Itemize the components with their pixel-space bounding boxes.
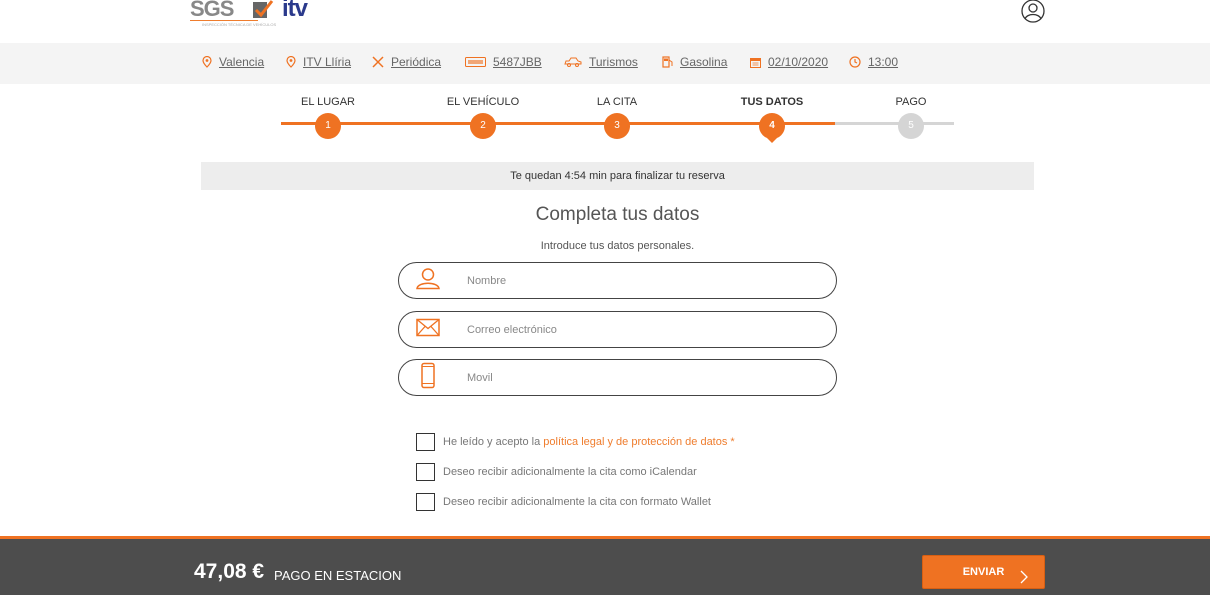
summary-vehicle-type[interactable]: Turismos [564, 55, 638, 69]
summary-vehicle-type-label: Turismos [589, 55, 638, 69]
step-label: TUS DATOS [740, 96, 804, 108]
fuel-icon [662, 56, 673, 68]
step-label: EL VEHÍCULO [446, 96, 520, 108]
total-price: 47,08 € [194, 560, 265, 583]
summary-station-label: ITV Llíria [303, 55, 352, 69]
payment-method-label: PAGO EN ESTACION [274, 568, 402, 583]
legal-policy-link[interactable]: política legal y de protección de datos [543, 436, 727, 448]
step-el-lugar[interactable]: EL LUGAR 1 [273, 96, 383, 139]
summary-plate-label: 5487JBB [493, 55, 542, 69]
summary-time[interactable]: 13:00 [849, 55, 898, 69]
header: SGS INSPECCIÓN TÉCNICA DE VEHÍCULOS itv [0, 0, 1210, 43]
sgs-logo-text: SGS [190, 0, 234, 21]
step-label: EL LUGAR [300, 96, 355, 108]
booking-stepper: EL LUGAR 1 EL VEHÍCULO 2 LA CITA 3 TUS D… [0, 84, 1210, 154]
legal-consent-checkbox[interactable] [416, 433, 435, 451]
summary-province[interactable]: Valencia [202, 55, 264, 69]
itv-check-icon [252, 0, 274, 27]
reservation-timer: Te quedan 4:54 min para finalizar tu res… [201, 162, 1034, 190]
form-title: Completa tus datos [535, 204, 700, 225]
tools-icon [372, 56, 384, 68]
itv-logo-text: itv [282, 0, 308, 22]
logo-underline [190, 20, 258, 21]
send-button-label: ENVIAR [962, 566, 1005, 578]
step-tus-datos: TUS DATOS 4 [717, 96, 827, 143]
user-icon [416, 267, 440, 294]
form-subtitle: Introduce tus datos personales. [540, 240, 695, 252]
license-plate-icon [465, 57, 486, 67]
wallet-label: Deseo recibir adicionalmente la cita con… [443, 496, 711, 508]
stepper-remaining-line [835, 122, 954, 125]
summary-inspection-type-label: Periódica [391, 55, 442, 69]
required-marker: * [727, 436, 735, 448]
legal-consent-prefix: He leído y acepto la [443, 436, 544, 448]
booking-summary-bar: Valencia ITV Llíria Periódica 5487JBB Tu… [0, 43, 1210, 84]
phone-input[interactable] [467, 360, 817, 395]
email-field[interactable] [398, 311, 837, 348]
stepper-progress-line [281, 122, 835, 125]
wallet-row: Deseo recibir adicionalmente la cita con… [416, 493, 711, 511]
icalendar-label: Deseo recibir adicionalmente la cita com… [443, 466, 697, 478]
summary-province-label: Valencia [219, 55, 265, 69]
active-step-caret-icon [767, 138, 777, 143]
step-number: 5 [898, 113, 924, 139]
calendar-icon [750, 57, 761, 68]
chevron-right-icon [1020, 565, 1028, 597]
summary-plate[interactable]: 5487JBB [465, 55, 542, 69]
step-el-vehiculo[interactable]: EL VEHÍCULO 2 [428, 96, 538, 139]
send-button[interactable]: ENVIAR [922, 555, 1045, 589]
email-input[interactable] [467, 312, 817, 347]
summary-station[interactable]: ITV Llíria [286, 55, 351, 69]
summary-date[interactable]: 02/10/2020 [750, 55, 828, 69]
step-number: 4 [759, 113, 785, 139]
summary-date-label: 02/10/2020 [768, 55, 829, 69]
name-input[interactable] [467, 263, 817, 298]
wallet-checkbox[interactable] [416, 493, 435, 511]
location-pin-icon [286, 56, 296, 68]
summary-inspection-type[interactable]: Periódica [372, 55, 441, 69]
clock-icon [849, 56, 861, 68]
location-pin-icon [202, 56, 212, 68]
phone-field[interactable] [398, 359, 837, 396]
summary-fuel-label: Gasolina [680, 55, 728, 69]
mobile-phone-icon [421, 362, 435, 393]
step-la-cita[interactable]: LA CITA 3 [562, 96, 672, 139]
name-field[interactable] [398, 262, 837, 299]
summary-fuel[interactable]: Gasolina [662, 55, 727, 69]
user-account-icon[interactable] [1020, 0, 1046, 24]
step-number: 1 [315, 113, 341, 139]
step-label: LA CITA [596, 96, 638, 108]
legal-consent-row: He leído y acepto la política legal y de… [416, 433, 735, 451]
car-icon [564, 57, 582, 67]
icalendar-row: Deseo recibir adicionalmente la cita com… [416, 463, 697, 481]
sgs-itv-logo[interactable]: SGS INSPECCIÓN TÉCNICA DE VEHÍCULOS itv [190, 0, 308, 27]
summary-time-label: 13:00 [868, 55, 899, 69]
checkout-footer: 47,08 € PAGO EN ESTACION ENVIAR [0, 536, 1210, 595]
icalendar-checkbox[interactable] [416, 463, 435, 481]
step-number: 2 [470, 113, 496, 139]
step-pago: PAGO 5 [856, 96, 966, 139]
envelope-icon [416, 318, 440, 341]
step-label: PAGO [895, 96, 927, 108]
step-number: 3 [604, 113, 630, 139]
